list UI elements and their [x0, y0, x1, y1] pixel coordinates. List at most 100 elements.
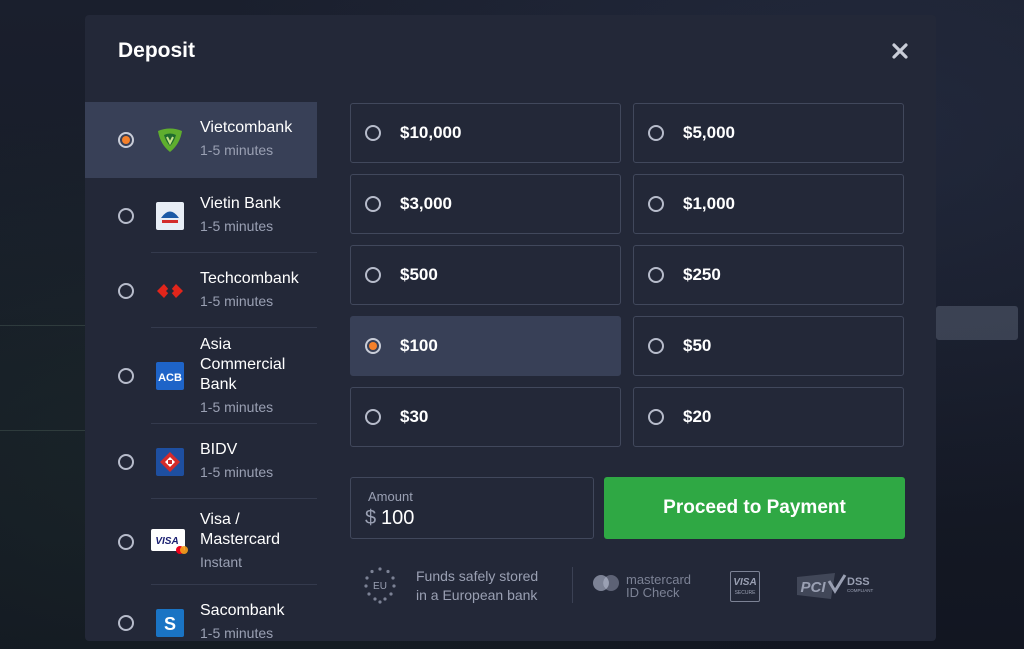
bank-processing-time: Instant	[200, 554, 243, 570]
radio-unselected[interactable]	[648, 196, 664, 212]
amount-label: $20	[683, 407, 712, 426]
bank-item-visa-mastercard[interactable]: VISA Visa / Mastercard Instant	[85, 499, 317, 585]
radio-unselected[interactable]	[365, 267, 381, 283]
bank-name: Sacombank	[200, 602, 285, 619]
bidv-logo-icon	[155, 447, 185, 477]
payment-method-list: Vietcombank 1-5 minutes Vietin Bank 1-5 …	[85, 102, 317, 641]
modal-title: Deposit	[118, 39, 196, 62]
proceed-to-payment-button[interactable]: Proceed to Payment	[604, 477, 905, 539]
visa-secure-title: VISA	[733, 577, 757, 588]
radio-unselected[interactable]	[648, 409, 664, 425]
safety-line: in a European bank	[416, 587, 538, 603]
amount-label: $10,000	[400, 123, 462, 142]
vietinbank-logo-icon	[155, 201, 185, 231]
vietcombank-logo-icon	[155, 125, 185, 155]
amount-option[interactable]: $250	[633, 245, 904, 305]
acb-logo-text: ACB	[158, 372, 182, 384]
amount-option[interactable]: $50	[633, 316, 904, 376]
security-footer: EU Funds safely stored in a European ban…	[350, 563, 905, 607]
bank-item-vietcombank[interactable]: Vietcombank 1-5 minutes	[85, 102, 317, 178]
visa-secure-sub: SECURE	[734, 590, 756, 596]
amount-label: $1,000	[683, 194, 735, 213]
bank-item-techcombank[interactable]: Techcombank 1-5 minutes	[85, 253, 317, 328]
amount-label: $5,000	[683, 123, 735, 142]
radio-unselected[interactable]	[648, 267, 664, 283]
amount-option[interactable]: $3,000	[350, 174, 621, 234]
bank-item-sacombank[interactable]: S Sacombank 1-5 minutes	[85, 585, 317, 641]
radio-unselected[interactable]	[118, 207, 134, 224]
amount-option[interactable]: $5,000	[633, 103, 904, 163]
bank-processing-time: 1-5 minutes	[200, 293, 274, 309]
bank-processing-time: 1-5 minutes	[200, 218, 274, 234]
amount-input-value[interactable]: 100	[381, 507, 414, 530]
bank-processing-time: 1-5 minutes	[200, 464, 274, 480]
deposit-modal: Deposit Vietcombank 1-5 minutes Vietin B…	[85, 15, 936, 641]
radio-unselected[interactable]	[118, 282, 134, 299]
sacombank-logo-text: S	[164, 614, 176, 634]
funds-safety-note: Funds safely stored in a European bank	[416, 567, 538, 605]
bank-name: Techcombank	[200, 270, 299, 287]
safety-line: Funds safely stored	[416, 568, 539, 584]
amount-input-label: Amount	[368, 489, 413, 504]
bank-name: Vietcombank	[200, 119, 293, 136]
background-button	[936, 306, 1018, 340]
bank-item-vietin-bank[interactable]: Vietin Bank 1-5 minutes	[85, 178, 317, 253]
background-line	[0, 325, 85, 326]
techcombank-logo-icon	[155, 276, 185, 306]
radio-unselected[interactable]	[365, 125, 381, 141]
radio-unselected[interactable]	[648, 125, 664, 141]
amount-option[interactable]: $10,000	[350, 103, 621, 163]
amount-label: $50	[683, 336, 712, 355]
amount-option[interactable]: $30	[350, 387, 621, 447]
eu-stars-icon: EU	[362, 565, 398, 605]
bank-name-line: Bank	[200, 376, 237, 393]
visa-secure-badge: VISA SECURE	[730, 571, 760, 602]
radio-unselected[interactable]	[118, 368, 134, 384]
bank-name-line: Asia	[200, 336, 232, 353]
amount-label: $3,000	[400, 194, 452, 213]
mastercard-icon	[590, 573, 622, 593]
dss-compliant-text: COMPLIANT	[847, 588, 874, 593]
mastercard-id-check-label: mastercard ID Check	[626, 573, 691, 599]
pci-dss-badge: PCI DSS COMPLIANT	[795, 571, 875, 601]
background-line	[0, 430, 85, 431]
eu-label: EU	[373, 581, 387, 592]
pci-text: PCI	[800, 579, 826, 596]
amount-option[interactable]: $20	[633, 387, 904, 447]
radio-selected[interactable]	[118, 132, 134, 148]
visa-mastercard-logo-icon: VISA	[151, 527, 189, 557]
bank-name-line: Visa /	[200, 511, 240, 528]
radio-unselected[interactable]	[365, 409, 381, 425]
currency-symbol: $	[365, 507, 377, 529]
bank-processing-time: 1-5 minutes	[200, 625, 274, 641]
divider	[572, 567, 573, 603]
radio-selected[interactable]	[365, 338, 381, 354]
amount-label: $30	[400, 407, 429, 426]
bank-name: BIDV	[200, 441, 238, 458]
acb-logo-icon: ACB	[155, 361, 185, 391]
amount-option-selected[interactable]: $100	[350, 316, 621, 376]
radio-unselected[interactable]	[648, 338, 664, 354]
bank-name-line: Commercial	[200, 356, 286, 373]
bank-name: Vietin Bank	[200, 195, 281, 212]
radio-unselected[interactable]	[365, 196, 381, 212]
close-button[interactable]	[888, 39, 912, 63]
amount-option[interactable]: $500	[350, 245, 621, 305]
sacombank-logo-icon: S	[155, 608, 185, 638]
amount-label: $250	[683, 265, 721, 284]
amount-label: $100	[400, 336, 438, 355]
dss-text: DSS	[847, 576, 870, 588]
amount-option[interactable]: $1,000	[633, 174, 904, 234]
bank-processing-time: 1-5 minutes	[200, 399, 274, 415]
amount-input[interactable]: Amount $ 100	[350, 477, 594, 539]
bank-item-bidv[interactable]: BIDV 1-5 minutes	[85, 424, 317, 499]
visa-logo-text: VISA	[155, 536, 178, 547]
radio-unselected[interactable]	[118, 453, 134, 470]
bank-item-asia-commercial-bank[interactable]: ACB Asia Commercial Bank 1-5 minutes	[85, 328, 317, 424]
bank-name-line: Mastercard	[200, 531, 281, 548]
close-icon	[892, 43, 908, 59]
radio-unselected[interactable]	[118, 534, 134, 550]
radio-unselected[interactable]	[118, 614, 134, 631]
amount-label: $500	[400, 265, 438, 284]
mastercard-line: ID Check	[626, 585, 680, 600]
